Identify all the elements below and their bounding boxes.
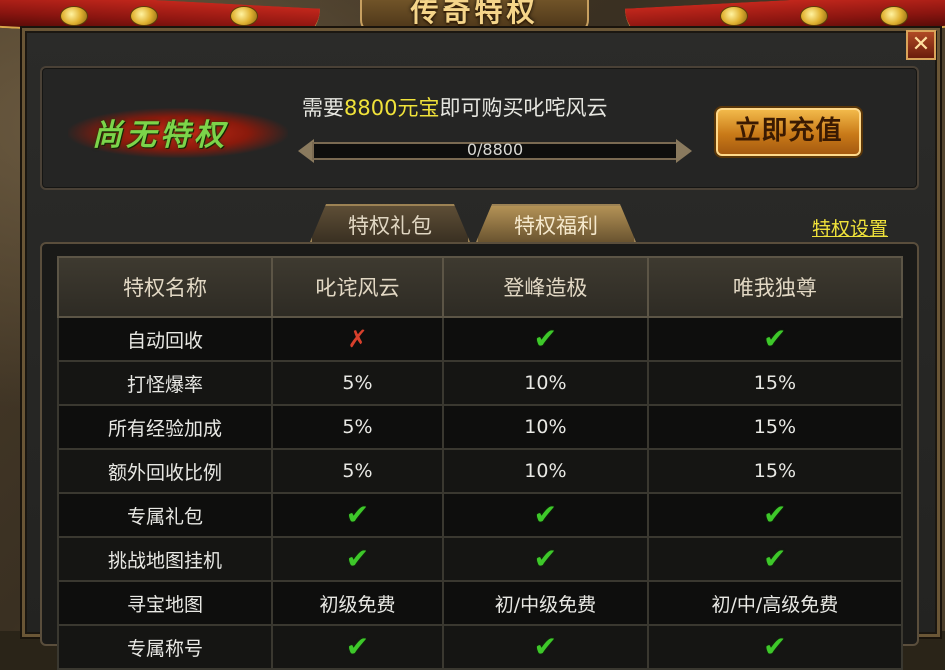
tier-cell: 15%: [646, 404, 904, 450]
table-header-row: 特权名称 叱诧风云 登峰造极 唯我独尊: [57, 256, 904, 318]
tier-value: 初/中/高级免费: [711, 593, 839, 616]
tier-cell: 初/中/高级免费: [646, 580, 904, 626]
coin-icon: [880, 6, 908, 26]
header-privilege-name: 特权名称: [57, 256, 273, 318]
tier-cell: ✔: [441, 624, 649, 670]
tier-cell: 5%: [271, 404, 444, 450]
current-privilege-label: 尚无特权: [92, 118, 228, 153]
need-suffix: 即可购买叱咤风云: [439, 96, 608, 120]
cross-icon: ✗: [347, 324, 368, 353]
privilege-name-cell: 挑战地图挂机: [57, 536, 273, 582]
check-icon: ✔: [533, 542, 558, 575]
privilege-name-cell: 所有经验加成: [57, 404, 273, 450]
tier-cell: ✔: [271, 536, 444, 582]
privilege-table: 特权名称 叱诧风云 登峰造极 唯我独尊 自动回收 ✗ ✔ ✔ 打怪爆率 5% 10% 15% 所…: [57, 256, 904, 670]
recharge-button[interactable]: 立即充值: [716, 108, 861, 156]
privilege-name-cell: 打怪爆率: [57, 360, 273, 406]
tier-value: 5%: [342, 460, 373, 482]
tier-cell: ✗: [271, 316, 444, 362]
table-row: 自动回收 ✗ ✔ ✔: [57, 316, 904, 362]
privilege-name-cell: 自动回收: [57, 316, 273, 362]
tab-privilege-benefits[interactable]: 特权福利: [476, 204, 636, 242]
tier-cell: 初/中级免费: [441, 580, 649, 626]
window-title: 传奇特权: [410, 0, 539, 28]
tier-cell: 10%: [441, 360, 649, 406]
table-row: 额外回收比例 5% 10% 15%: [57, 448, 904, 494]
tier-cell: 10%: [441, 404, 649, 450]
coin-icon: [720, 6, 748, 26]
tier-value: 10%: [524, 372, 567, 394]
table-row: 所有经验加成 5% 10% 15%: [57, 404, 904, 450]
check-icon: ✔: [345, 630, 370, 663]
check-icon: ✔: [533, 498, 558, 531]
need-prefix: 需要: [302, 96, 344, 120]
tier-value: 15%: [753, 416, 797, 438]
tier-cell: ✔: [441, 316, 649, 362]
coin-icon: [130, 6, 158, 26]
tier-cell: 15%: [646, 360, 904, 406]
privilege-table-body: 自动回收 ✗ ✔ ✔ 打怪爆率 5% 10% 15% 所有经验加成 5% 10% 15% 额外回收比例 5…: [57, 316, 904, 670]
tier-value: 初/中级免费: [494, 593, 597, 616]
tier-cell: 5%: [271, 360, 444, 406]
coin-icon: [230, 6, 258, 26]
tier-cell: 10%: [441, 448, 649, 494]
purchase-requirement: 需要8800元宝即可购买叱咤风云: [302, 92, 607, 122]
tier-cell: ✔: [646, 316, 904, 362]
check-icon: ✔: [763, 542, 787, 575]
table-row: 专属称号 ✔ ✔ ✔: [57, 624, 904, 670]
check-icon: ✔: [533, 630, 558, 663]
privilege-name-cell: 寻宝地图: [57, 580, 273, 626]
header-tier-3: 唯我独尊: [646, 256, 904, 318]
tier-cell: ✔: [441, 536, 649, 582]
tier-cell: ✔: [646, 492, 904, 538]
tier-value: 5%: [342, 416, 373, 438]
check-icon: ✔: [763, 498, 787, 531]
tier-value: 15%: [753, 372, 797, 394]
tier-value: 15%: [753, 460, 797, 482]
privilege-settings-link[interactable]: 特权设置: [812, 214, 888, 241]
recharge-progress-bar: 0/8800: [298, 138, 692, 164]
privilege-name-cell: 额外回收比例: [57, 448, 273, 494]
check-icon: ✔: [763, 322, 787, 355]
check-icon: ✔: [533, 322, 558, 355]
tab-privilege-gift[interactable]: 特权礼包: [310, 204, 470, 242]
tier-value: 5%: [342, 372, 373, 394]
table-row: 寻宝地图 初级免费 初/中级免费 初/中/高级免费: [57, 580, 904, 626]
tier-value: 10%: [524, 460, 567, 482]
close-button[interactable]: ✕: [906, 30, 936, 60]
check-icon: ✔: [763, 630, 787, 663]
need-amount: 8800元宝: [344, 96, 440, 120]
progress-text: 0/8800: [466, 140, 524, 159]
check-icon: ✔: [345, 498, 370, 531]
tier-cell: ✔: [646, 624, 904, 670]
tier-cell: 初级免费: [271, 580, 444, 626]
table-row: 专属礼包 ✔ ✔ ✔: [57, 492, 904, 538]
tier-cell: ✔: [271, 492, 444, 538]
privilege-name-cell: 专属礼包: [57, 492, 273, 538]
tier-cell: ✔: [271, 624, 444, 670]
coin-icon: [800, 6, 828, 26]
tier-value: 初级免费: [319, 593, 396, 616]
table-row: 打怪爆率 5% 10% 15%: [57, 360, 904, 406]
tier-cell: 5%: [271, 448, 444, 494]
table-row: 挑战地图挂机 ✔ ✔ ✔: [57, 536, 904, 582]
tier-cell: ✔: [441, 492, 649, 538]
tier-cell: ✔: [646, 536, 904, 582]
header-tier-1: 叱诧风云: [271, 256, 444, 318]
tier-cell: 15%: [646, 448, 904, 494]
tier-value: 10%: [524, 416, 567, 438]
privilege-name-cell: 专属称号: [57, 624, 273, 670]
check-icon: ✔: [345, 542, 370, 575]
header-tier-2: 登峰造极: [441, 256, 649, 318]
coin-icon: [60, 6, 88, 26]
